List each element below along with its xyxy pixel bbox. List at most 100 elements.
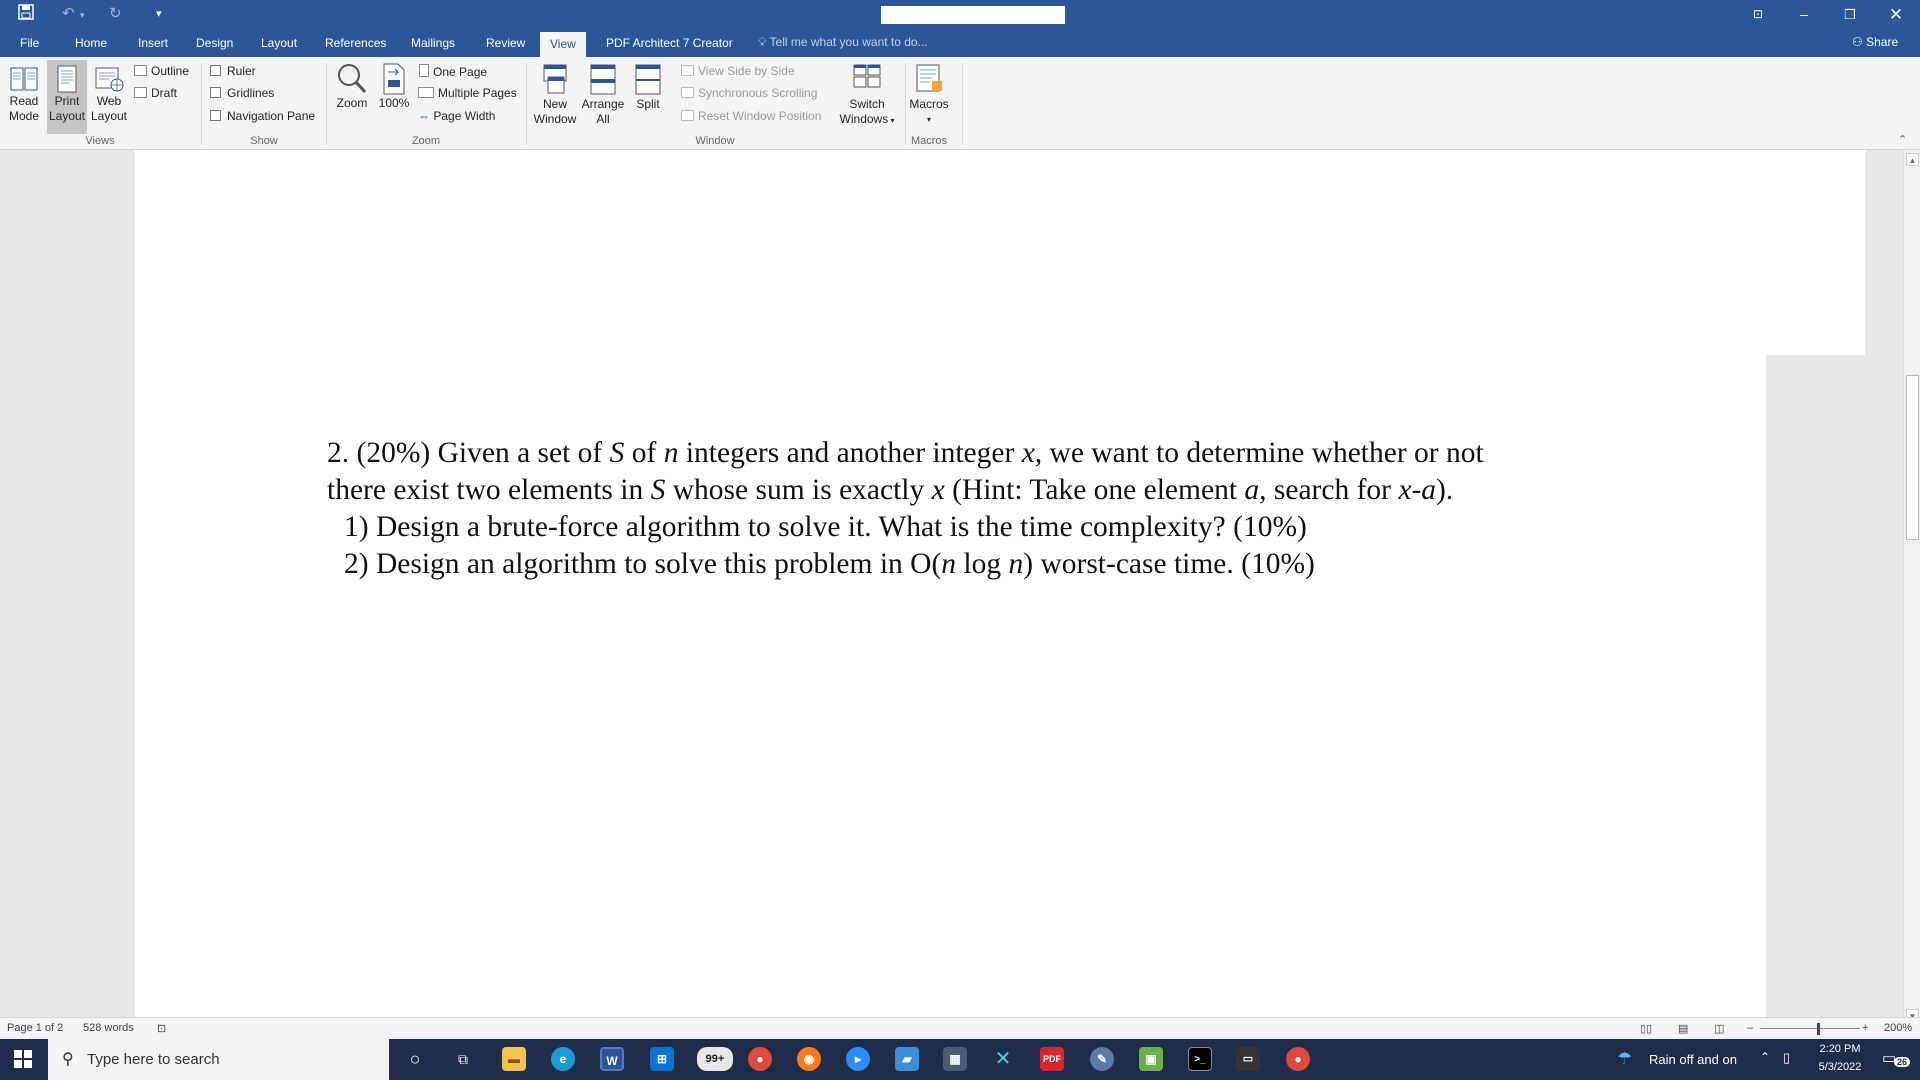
- terminal-icon[interactable]: >_: [1188, 1047, 1212, 1071]
- search-placeholder: Type here to search: [87, 1051, 220, 1068]
- read-mode-view-icon[interactable]: ▯▯: [1640, 1022, 1652, 1035]
- undo-icon[interactable]: ↶: [62, 4, 75, 24]
- zoom-button[interactable]: Zoom: [332, 62, 372, 122]
- word-count[interactable]: 528 words: [83, 1022, 134, 1034]
- page-1: [135, 150, 1865, 355]
- tell-me-box[interactable]: 💡︎ Tell me what you want to do...: [758, 35, 928, 50]
- tab-view[interactable]: View: [540, 32, 586, 57]
- page-width-button[interactable]: ⇔ Page Width: [418, 109, 495, 124]
- read-mode-button[interactable]: Read Mode: [4, 62, 44, 134]
- new-window-icon: [543, 64, 567, 94]
- zoom-slider-thumb[interactable]: [1817, 1023, 1820, 1035]
- status-bar: Page 1 of 2 528 words ⊡ ▯▯ ▤ ◫ – + 200%: [0, 1017, 1920, 1039]
- cortana-icon[interactable]: ○: [403, 1047, 427, 1071]
- weather-text[interactable]: Rain off and on: [1649, 1052, 1737, 1067]
- tab-mailings[interactable]: Mailings: [411, 35, 455, 51]
- one-page-button[interactable]: One Page: [419, 64, 487, 80]
- switch-windows-button[interactable]: Switch Windows ▾: [834, 63, 900, 135]
- ruler-checkbox[interactable]: Ruler: [210, 64, 256, 79]
- notes-app-icon[interactable]: ▰: [895, 1047, 919, 1071]
- word-icon[interactable]: W: [600, 1047, 624, 1071]
- document-body[interactable]: 2. (20%) Given a set of S of n integers …: [327, 435, 1757, 583]
- redo-icon[interactable]: ↻: [109, 4, 122, 24]
- zoom-out-icon[interactable]: –: [1747, 1022, 1753, 1034]
- magnifier-icon: [338, 64, 367, 94]
- web-layout-button[interactable]: Web Layout: [90, 62, 128, 134]
- undo-dropdown-icon[interactable]: ▾: [80, 5, 85, 25]
- draft-icon: [134, 87, 147, 98]
- taskbar-search-box[interactable]: ⚲ Type here to search: [48, 1039, 389, 1080]
- tab-review[interactable]: Review: [486, 35, 525, 51]
- calculator-icon[interactable]: ▦: [943, 1047, 967, 1071]
- show-hidden-icons[interactable]: ⌃: [1760, 1050, 1770, 1064]
- x-app-icon[interactable]: ✕: [991, 1047, 1015, 1071]
- macros-button[interactable]: Macros ▾: [906, 63, 952, 135]
- scroll-up-icon[interactable]: ▲: [1906, 153, 1919, 166]
- chrome-profile-icon[interactable]: ●: [748, 1047, 772, 1071]
- new-window-button[interactable]: New Window: [530, 63, 580, 135]
- collapse-ribbon-icon[interactable]: ⌃: [1898, 133, 1907, 146]
- reset-window-position-button[interactable]: Reset Window Position: [681, 109, 821, 124]
- zoom-slider[interactable]: [1760, 1028, 1860, 1029]
- scroll-thumb[interactable]: [1906, 375, 1919, 540]
- synchronous-scrolling-button[interactable]: Synchronous Scrolling: [681, 86, 817, 101]
- share-button[interactable]: ⚇ Share: [1852, 35, 1898, 49]
- tab-pdf-architect[interactable]: PDF Architect 7 Creator: [606, 35, 733, 51]
- paragraph-line-1: 2. (20%) Given a set of S of n integers …: [327, 437, 1484, 469]
- badge-99-icon[interactable]: 99+: [697, 1047, 733, 1071]
- minimize-button[interactable]: –: [1781, 0, 1827, 29]
- tab-references[interactable]: References: [325, 35, 386, 51]
- multiple-pages-button[interactable]: Multiple Pages: [418, 86, 517, 101]
- tab-file[interactable]: File: [20, 35, 39, 51]
- zoom-app-icon[interactable]: ▸: [846, 1047, 870, 1071]
- zoom-100-button[interactable]: 100%: [376, 62, 412, 122]
- device-icon[interactable]: ▯: [1783, 1050, 1790, 1066]
- clock-date[interactable]: 5/3/2022: [1812, 1061, 1868, 1073]
- view-side-by-side-label: View Side by Side: [698, 64, 795, 78]
- page-count[interactable]: Page 1 of 2: [7, 1022, 63, 1034]
- customize-quick-access-icon[interactable]: ▾: [156, 4, 162, 24]
- close-button[interactable]: ✕: [1873, 0, 1919, 29]
- ribbon-display-options-icon[interactable]: ⊡: [1735, 0, 1781, 29]
- web-layout-view-icon[interactable]: ◫: [1714, 1022, 1724, 1035]
- clock-time[interactable]: 2:20 PM: [1812, 1043, 1868, 1055]
- restore-button[interactable]: ❐: [1827, 0, 1873, 29]
- paint-app-icon[interactable]: ✎: [1090, 1047, 1114, 1071]
- store-icon[interactable]: ⊞: [650, 1047, 674, 1071]
- media-app-icon[interactable]: ▭: [1236, 1047, 1260, 1071]
- document-area[interactable]: 2. (20%) Given a set of S of n integers …: [0, 150, 1903, 1027]
- zoom-level[interactable]: 200%: [1884, 1022, 1912, 1034]
- save-icon[interactable]: [18, 4, 34, 26]
- tab-layout[interactable]: Layout: [261, 35, 297, 51]
- file-explorer-icon[interactable]: ▬: [502, 1047, 526, 1071]
- view-side-by-side-button[interactable]: View Side by Side: [681, 64, 795, 79]
- print-layout-view-icon[interactable]: ▤: [1678, 1022, 1688, 1035]
- side-by-side-icon: [681, 65, 694, 76]
- tab-home[interactable]: Home: [75, 35, 107, 51]
- edge-icon[interactable]: e: [551, 1047, 575, 1071]
- page-width-icon: ⇔: [418, 109, 434, 123]
- firefox-icon[interactable]: ◉: [797, 1047, 821, 1071]
- draft-button[interactable]: Draft: [134, 86, 177, 101]
- tab-design[interactable]: Design: [196, 35, 233, 51]
- zoom-group-label: Zoom: [411, 135, 441, 147]
- arrange-all-label-2: All: [596, 112, 610, 126]
- multiple-pages-icon: [418, 87, 434, 98]
- print-layout-label-2: Layout: [48, 109, 86, 123]
- task-view-icon[interactable]: ⧉: [451, 1047, 475, 1071]
- tab-insert[interactable]: Insert: [138, 35, 168, 51]
- gridlines-checkbox[interactable]: Gridlines: [210, 86, 274, 101]
- chevron-down-icon: ▾: [926, 115, 931, 124]
- vertical-scrollbar[interactable]: ▲ ▼: [1903, 150, 1920, 1027]
- chrome-icon[interactable]: ●: [1286, 1047, 1310, 1071]
- proofing-icon[interactable]: ⊡: [157, 1022, 166, 1035]
- outline-button[interactable]: Outline: [134, 64, 189, 79]
- arrange-all-button[interactable]: Arrange All: [580, 63, 626, 135]
- navigation-pane-checkbox[interactable]: Navigation Pane: [210, 109, 315, 124]
- print-layout-button[interactable]: Print Layout: [47, 60, 87, 134]
- pdf-app-icon[interactable]: PDF: [1040, 1047, 1064, 1071]
- split-button[interactable]: Split: [628, 63, 668, 123]
- zoom-in-icon[interactable]: +: [1862, 1022, 1868, 1034]
- image-app-icon[interactable]: ▣: [1139, 1047, 1163, 1071]
- windows-start-icon[interactable]: [14, 1050, 32, 1073]
